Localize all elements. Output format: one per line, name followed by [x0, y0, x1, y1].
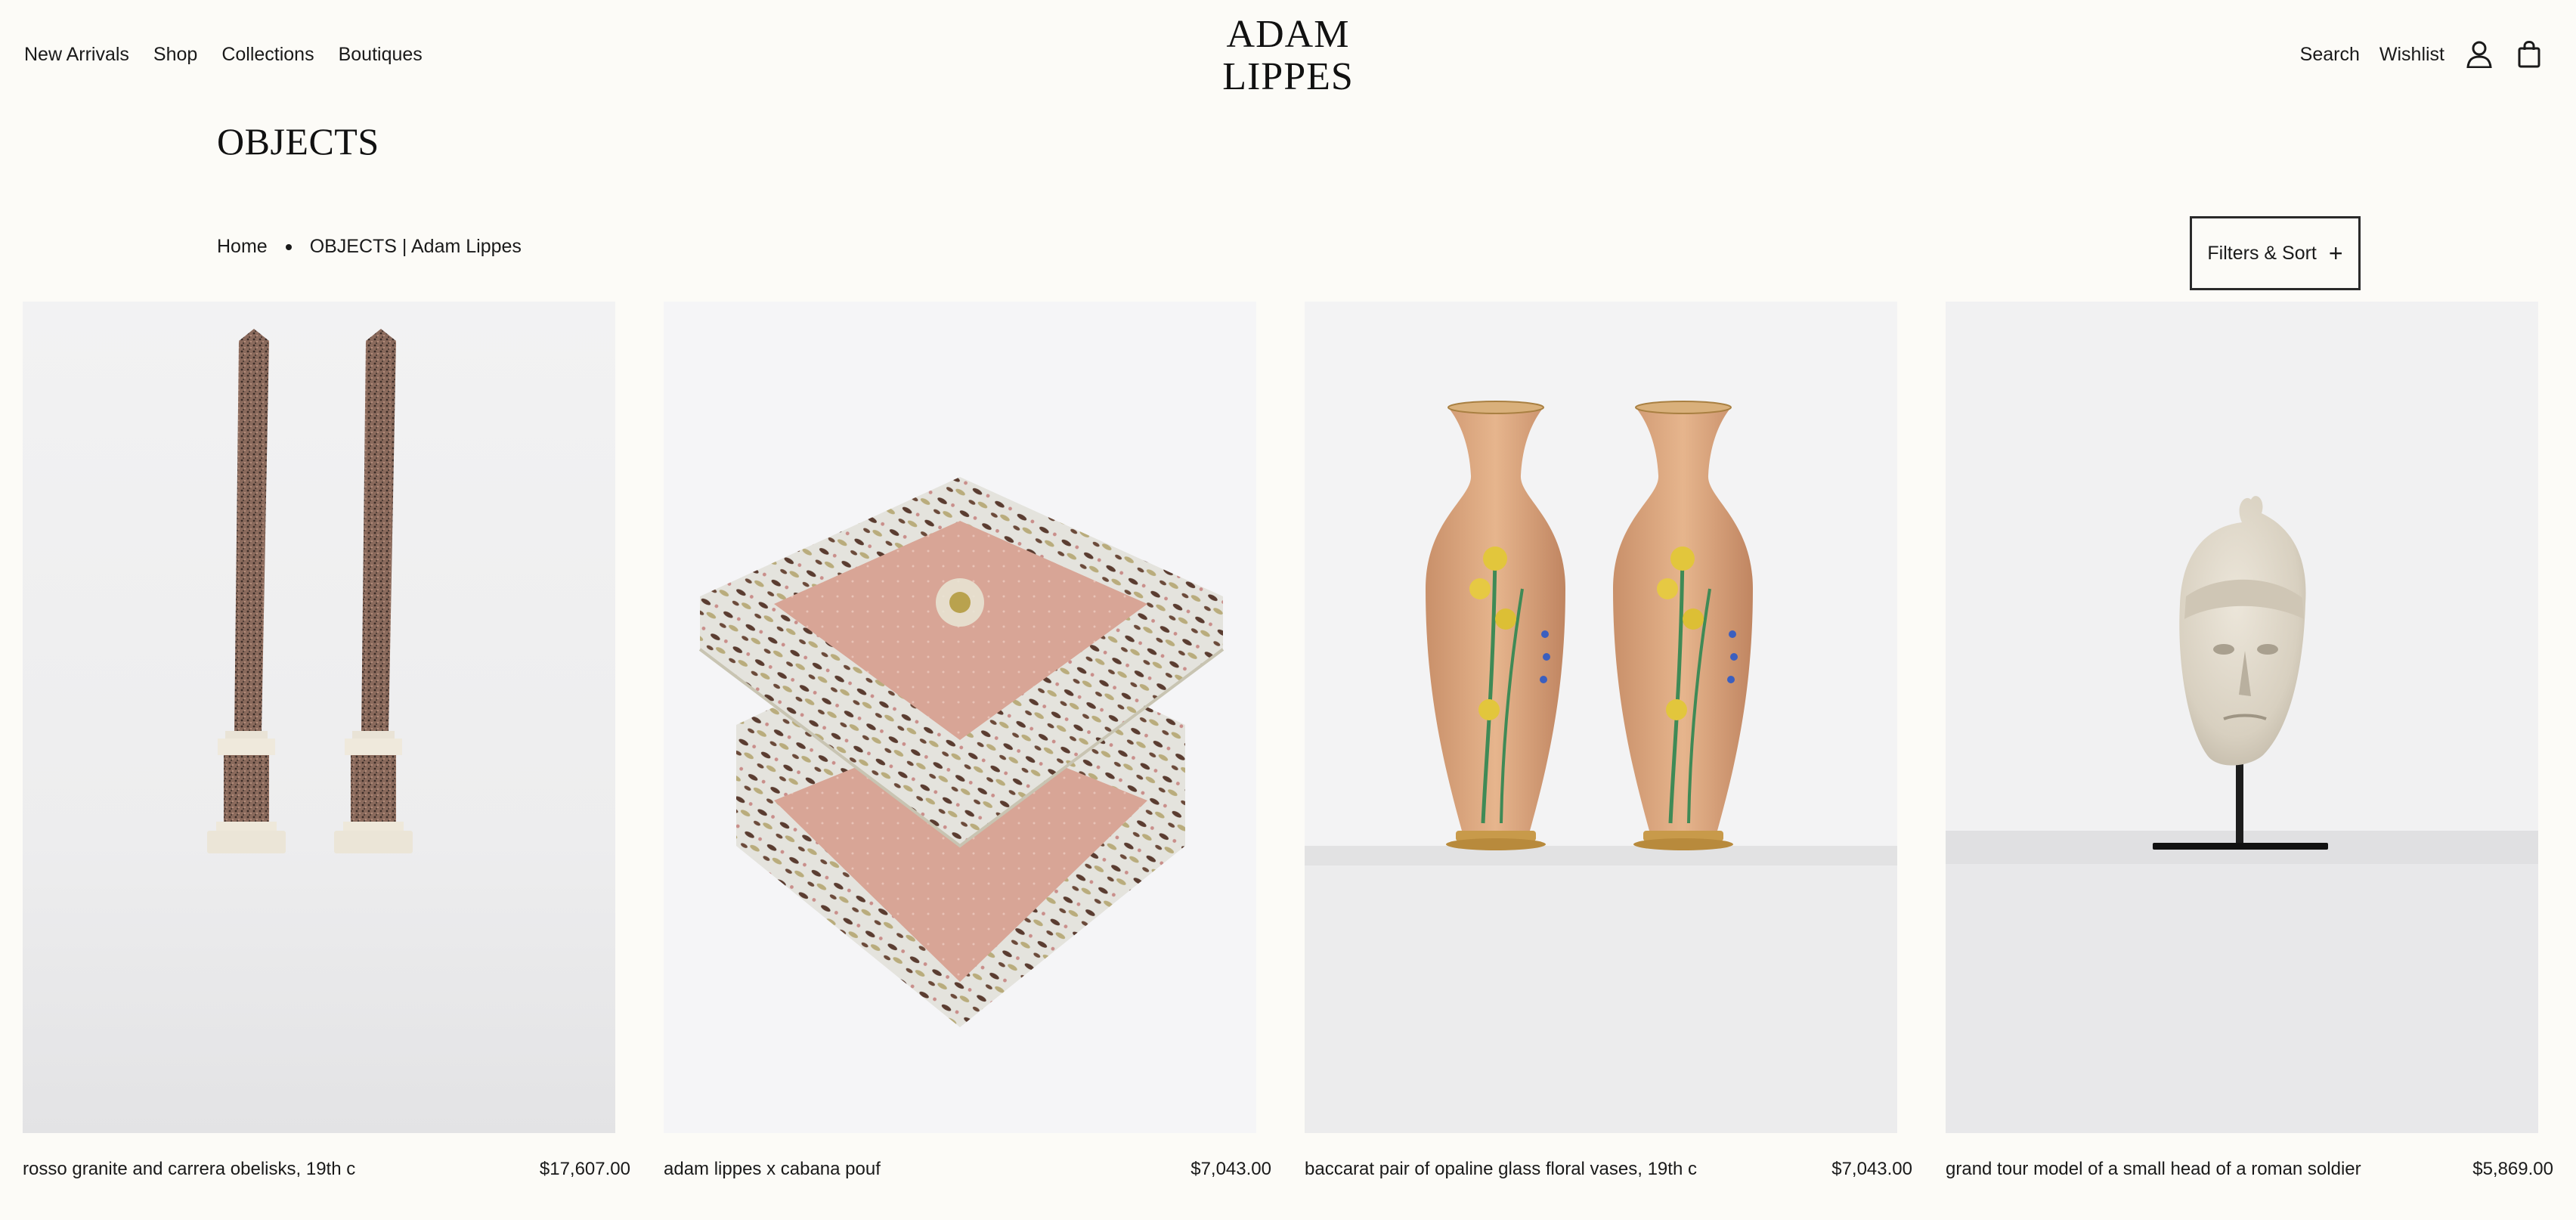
product-image[interactable] [1946, 302, 2538, 1133]
logo-line-1: ADAM [1226, 13, 1350, 56]
breadcrumb: Home OBJECTS | Adam Lippes [217, 236, 522, 258]
utility-nav: Search Wishlist [2300, 39, 2544, 70]
search-link[interactable]: Search [2300, 44, 2360, 66]
nav-new-arrivals[interactable]: New Arrivals [24, 44, 129, 66]
brand-logo[interactable]: ADAM LIPPES [1212, 14, 1364, 98]
product-price: $5,869.00 [2472, 1159, 2553, 1179]
product-grid: rosso granite and carrera obelisks, 19th… [23, 302, 2555, 1220]
breadcrumb-current: OBJECTS | Adam Lippes [309, 236, 522, 257]
breadcrumb-separator [285, 243, 292, 250]
product-card[interactable]: grand tour model of a small head of a ro… [1946, 302, 2553, 1179]
product-meta: adam lippes x cabana pouf $7,043.00 [664, 1159, 1271, 1180]
filters-sort-label: Filters & Sort [2207, 242, 2317, 264]
product-card[interactable]: rosso granite and carrera obelisks, 19th… [23, 302, 630, 1179]
product-card[interactable]: adam lippes x cabana pouf $7,043.00 [664, 302, 1271, 1179]
bag-icon[interactable] [2514, 39, 2544, 70]
wishlist-link[interactable]: Wishlist [2379, 44, 2444, 66]
product-name[interactable]: rosso granite and carrera obelisks, 19th… [23, 1159, 355, 1180]
breadcrumb-home[interactable]: Home [217, 236, 268, 258]
product-meta: rosso granite and carrera obelisks, 19th… [23, 1159, 630, 1180]
product-price: $7,043.00 [1831, 1159, 1912, 1179]
product-image[interactable] [664, 302, 1256, 1133]
site-header: New Arrivals Shop Collections Boutiques … [0, 0, 2576, 113]
product-name[interactable]: baccarat pair of opaline glass floral va… [1305, 1159, 1697, 1180]
product-meta: grand tour model of a small head of a ro… [1946, 1159, 2553, 1180]
product-image[interactable] [23, 302, 615, 1133]
product-meta: baccarat pair of opaline glass floral va… [1305, 1159, 1912, 1180]
nav-collections[interactable]: Collections [221, 44, 314, 66]
user-icon[interactable] [2464, 39, 2494, 70]
product-name[interactable]: grand tour model of a small head of a ro… [1946, 1159, 2361, 1180]
product-price: $7,043.00 [1190, 1159, 1271, 1179]
product-card[interactable]: baccarat pair of opaline glass floral va… [1305, 302, 1912, 1179]
nav-boutiques[interactable]: Boutiques [339, 44, 423, 66]
product-price: $17,607.00 [539, 1159, 630, 1179]
filters-sort-button[interactable]: Filters & Sort + [2190, 216, 2361, 290]
nav-shop[interactable]: Shop [153, 44, 197, 66]
main-nav: New Arrivals Shop Collections Boutiques [24, 44, 423, 66]
plus-icon: + [2328, 240, 2343, 267]
logo-line-2: LIPPES [1222, 55, 1354, 98]
product-name[interactable]: adam lippes x cabana pouf [664, 1159, 881, 1180]
page-title: OBJECTS [217, 120, 379, 163]
product-image[interactable] [1305, 302, 1897, 1133]
